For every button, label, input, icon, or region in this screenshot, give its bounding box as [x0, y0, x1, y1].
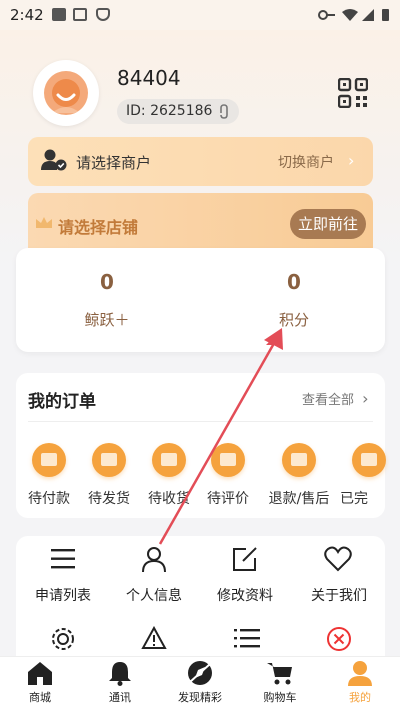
- merchant-label: 请选择商户: [76, 154, 152, 172]
- application-list[interactable]: 申请列表: [18, 585, 108, 605]
- points-label[interactable]: 积分: [249, 309, 339, 330]
- go-now-button[interactable]: 立即前往: [290, 209, 366, 239]
- smiley-avatar-icon: [52, 79, 80, 113]
- view-all-orders-link[interactable]: 查看全部 ›: [302, 389, 369, 408]
- crown-icon: [36, 217, 52, 228]
- user-id-text: ID: 2625186: [126, 103, 213, 119]
- discover-icon[interactable]: [186, 660, 214, 686]
- status-time: 2:42: [10, 6, 44, 24]
- heart-icon[interactable]: [323, 544, 353, 574]
- switch-merchant-link[interactable]: 切换商户: [278, 152, 334, 172]
- nav-mine[interactable]: 我的: [320, 689, 400, 705]
- battery-icon: [382, 9, 389, 21]
- chevron-right-icon: ›: [348, 151, 355, 170]
- notification-a-icon: [52, 8, 66, 21]
- store-label: 请选择店铺: [58, 218, 139, 237]
- settings-gear-icon[interactable]: [50, 626, 76, 652]
- signal-icon: [362, 9, 374, 21]
- chevron-right-icon: ›: [362, 389, 369, 408]
- shipping-icon[interactable]: [92, 443, 126, 477]
- nav-mall[interactable]: 商城: [0, 689, 80, 705]
- bell-icon[interactable]: [106, 660, 134, 686]
- order-completed[interactable]: 已完: [340, 488, 380, 508]
- person-icon[interactable]: [139, 544, 169, 574]
- completed-icon[interactable]: [352, 443, 386, 477]
- keyboard-icon: [73, 8, 87, 21]
- cart-icon[interactable]: [266, 660, 294, 686]
- system-icons: [318, 9, 389, 21]
- view-all-label: 查看全部: [302, 393, 355, 408]
- user-id-badge[interactable]: ID: 2625186: [117, 99, 239, 124]
- paperclip-copy-icon[interactable]: [218, 104, 230, 119]
- list-icon[interactable]: [48, 544, 78, 574]
- profile-icon[interactable]: [346, 660, 374, 686]
- warning-icon[interactable]: [141, 626, 167, 650]
- username: 84404: [117, 66, 181, 90]
- points-card: [16, 248, 385, 352]
- nav-messages[interactable]: 通讯: [80, 689, 160, 705]
- refund-icon[interactable]: [282, 443, 316, 477]
- order-refund-aftersale[interactable]: 退款/售后: [259, 488, 339, 508]
- nav-discover[interactable]: 发现精彩: [160, 689, 240, 705]
- nav-cart[interactable]: 购物车: [240, 689, 320, 705]
- user-verified-icon: [41, 149, 67, 171]
- order-pending-review[interactable]: 待评价: [188, 488, 268, 508]
- logout-x-icon[interactable]: [326, 626, 352, 652]
- jingyue-plus-value[interactable]: 0: [77, 270, 137, 294]
- my-orders-title: 我的订单: [28, 392, 96, 412]
- avatar-image: [44, 71, 88, 115]
- list-detail-icon[interactable]: [234, 628, 260, 648]
- key-icon: [318, 10, 335, 20]
- home-icon[interactable]: [26, 660, 54, 686]
- wallet-icon[interactable]: [32, 443, 66, 477]
- jingyue-plus-label[interactable]: 鲸跃＋: [62, 309, 152, 330]
- wifi-icon: [342, 9, 358, 21]
- points-value[interactable]: 0: [264, 270, 324, 294]
- edit-icon[interactable]: [230, 544, 260, 574]
- edit-profile[interactable]: 修改资料: [200, 585, 290, 605]
- receive-icon[interactable]: [152, 443, 186, 477]
- divider: [28, 421, 373, 422]
- about-us[interactable]: 关于我们: [294, 585, 384, 605]
- personal-info[interactable]: 个人信息: [109, 585, 199, 605]
- qr-code-icon[interactable]: [338, 78, 368, 108]
- review-icon[interactable]: [211, 443, 245, 477]
